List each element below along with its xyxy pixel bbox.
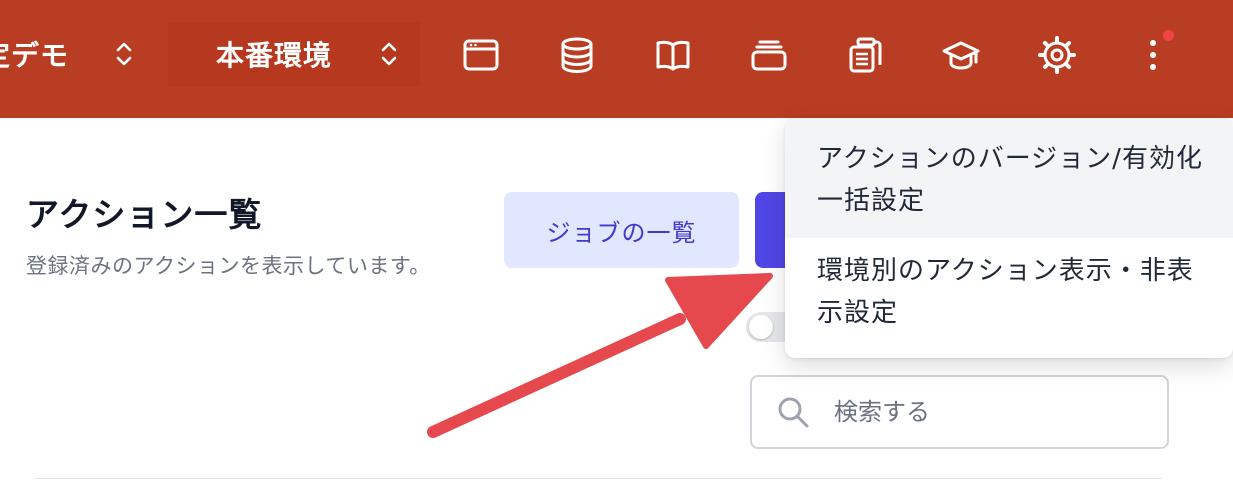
notification-dot [1163, 30, 1174, 41]
project-selector-label: 定デモ [0, 39, 70, 72]
actions-dropdown-menu: アクションのバージョン/有効化一括設定 環境別のアクション表示・非表示設定 [785, 118, 1233, 358]
page-description: 登録済みのアクションを表示しています。 [26, 254, 431, 278]
book-icon[interactable] [652, 34, 694, 76]
project-selector[interactable]: 定デモ [0, 22, 165, 86]
database-icon[interactable] [556, 34, 598, 76]
search-box[interactable] [750, 375, 1169, 449]
archive-box-icon[interactable] [748, 34, 790, 76]
chevron-up-down-icon [381, 42, 397, 66]
gear-icon[interactable] [1036, 34, 1078, 76]
toggle-knob [749, 315, 773, 339]
jobs-list-button[interactable]: ジョブの一覧 [504, 192, 739, 268]
environment-selector-label: 本番環境 [216, 39, 333, 72]
search-icon [778, 397, 809, 428]
browser-window-icon[interactable] [460, 34, 502, 76]
divider [34, 478, 1162, 479]
graduation-cap-icon[interactable] [940, 34, 982, 76]
chevron-up-down-icon [116, 42, 132, 66]
page-title: アクション一覧 [26, 195, 263, 234]
menu-item-bulk-version-settings[interactable]: アクションのバージョン/有効化一括設定 [785, 118, 1233, 238]
environment-selector[interactable]: 本番環境 [168, 22, 420, 86]
top-navigation-bar: 定デモ 本番環境 [0, 0, 1233, 118]
search-input[interactable] [834, 398, 1154, 426]
menu-item-environment-visibility-settings[interactable]: 環境別のアクション表示・非表示設定 [785, 238, 1233, 358]
clipboard-list-icon[interactable] [844, 34, 886, 76]
